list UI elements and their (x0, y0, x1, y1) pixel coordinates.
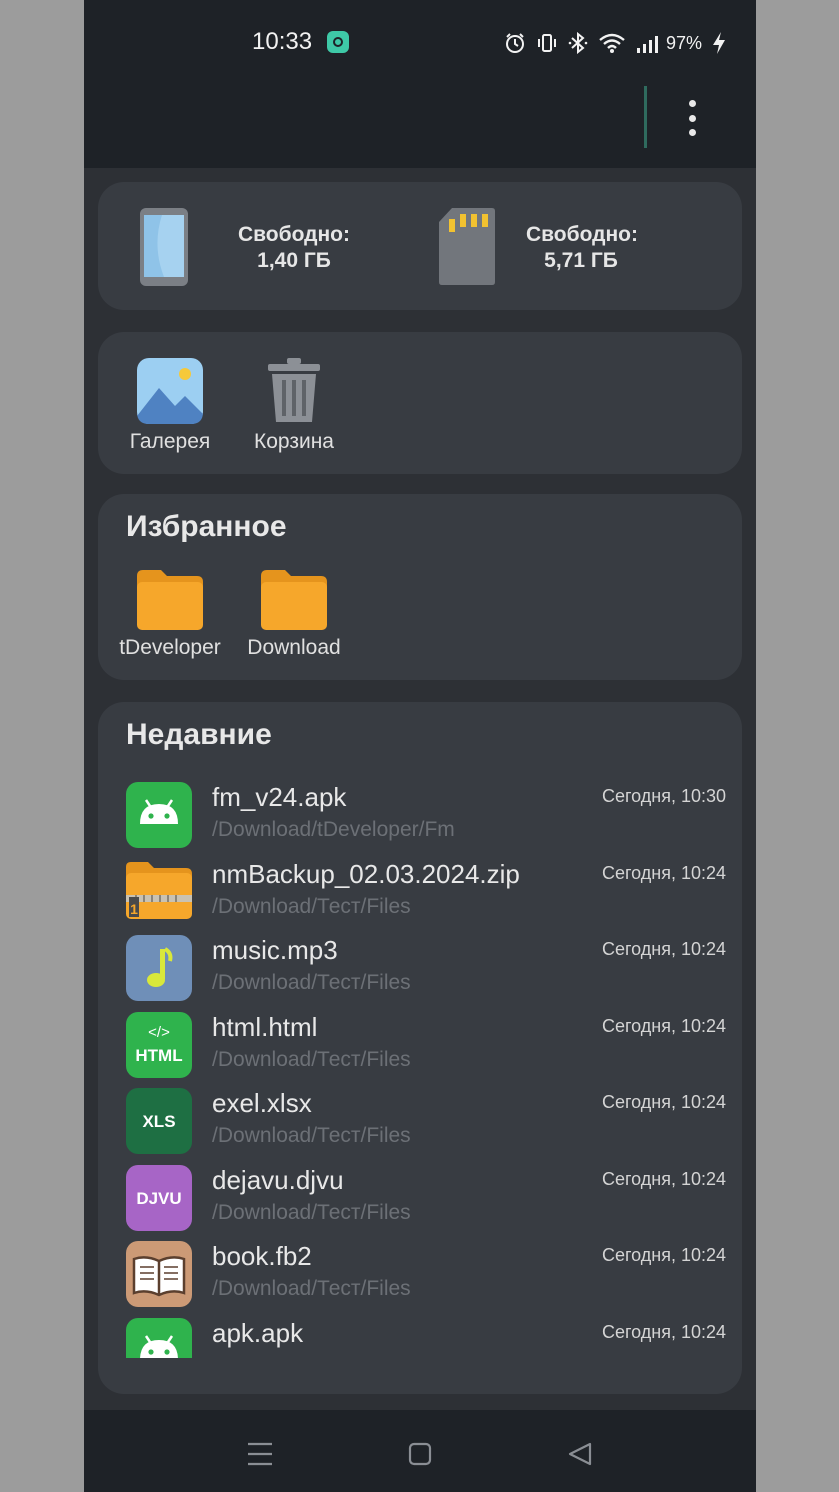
file-path: /Download/Тест/Files (212, 971, 411, 994)
html-badge: HTML (135, 1046, 183, 1065)
bluetooth-icon (568, 32, 588, 54)
trash-icon (268, 358, 320, 422)
charging-icon (713, 32, 726, 54)
status-bar: 10:33 97% (84, 0, 756, 86)
internal-storage-value: 1,40 ГБ (257, 249, 331, 272)
recent-files-list: fm_v24.apk /Download/tDeveloper/Fm Сегод… (98, 702, 742, 1358)
sd-card-storage[interactable]: Свободно: 5,71 ГБ (428, 206, 728, 286)
wifi-icon (599, 33, 625, 53)
gallery-icon (137, 358, 203, 424)
android-apk-icon (126, 782, 192, 848)
favorite-folder-tdeveloper[interactable]: tDeveloper (114, 570, 226, 670)
file-name: fm_v24.apk (212, 782, 347, 812)
file-path: /Download/Тест/Files (212, 1048, 411, 1071)
favorite-folder-download[interactable]: Download (238, 570, 350, 670)
toolbar-divider (644, 86, 647, 148)
file-path: /Download/Тест/Files (212, 895, 411, 918)
file-name: html.html (212, 1012, 318, 1042)
file-name: music.mp3 (212, 935, 338, 965)
top-bar: 10:33 97% (84, 0, 756, 168)
file-row[interactable]: 1 nmBackup_02.03.2024.zip /Download/Тест… (126, 855, 726, 927)
djvu-file-icon: DJVU (126, 1165, 192, 1231)
back-icon[interactable] (560, 1434, 600, 1474)
music-note-icon (126, 935, 192, 1001)
internal-storage[interactable]: Свободно: 1,40 ГБ (128, 206, 428, 286)
file-name: apk.apk (212, 1318, 304, 1348)
book-icon (126, 1241, 192, 1307)
android-apk-icon (126, 1318, 192, 1358)
home-icon[interactable] (400, 1434, 440, 1474)
html-badge-top: </> (148, 1024, 170, 1041)
shortcuts-card: Галерея Корзина (98, 332, 742, 474)
vibrate-icon (538, 34, 556, 52)
recent-apps-icon[interactable] (240, 1434, 280, 1474)
file-path: /Download/Тест/Files (212, 1277, 411, 1300)
xls-badge: XLS (142, 1112, 176, 1131)
file-row[interactable]: DJVU dejavu.djvu /Download/Тест/Files Се… (126, 1161, 726, 1233)
file-time: Сегодня, 10:24 (601, 1169, 726, 1189)
trash-label: Корзина (254, 430, 334, 453)
file-name: dejavu.djvu (212, 1165, 344, 1195)
file-path: /Download/Тест/Files (212, 1201, 411, 1224)
sd-card-icon (439, 208, 495, 285)
file-name: nmBackup_02.03.2024.zip (212, 859, 520, 889)
html-file-icon: </> HTML (126, 1012, 192, 1078)
trash-shortcut[interactable]: Корзина (238, 358, 350, 458)
internal-storage-label: Свободно: (238, 223, 350, 246)
notification-app-icon (327, 31, 349, 53)
file-name: exel.xlsx (212, 1088, 312, 1118)
alarm-icon (506, 33, 524, 53)
file-time: Сегодня, 10:24 (601, 1245, 726, 1265)
sd-card-storage-value: 5,71 ГБ (544, 249, 618, 272)
status-icons: 97% (504, 30, 726, 56)
xls-file-icon: XLS (126, 1088, 192, 1154)
zip-archive-icon: 1 (126, 859, 192, 925)
djvu-badge: DJVU (136, 1189, 182, 1208)
signal-icon (637, 36, 658, 53)
phone-icon (140, 208, 188, 286)
svg-text:1: 1 (130, 901, 138, 917)
file-time: Сегодня, 10:24 (601, 1092, 726, 1112)
favorites-title: Избранное (126, 510, 287, 543)
file-row[interactable]: music.mp3 /Download/Тест/Files Сегодня, … (126, 931, 726, 1003)
file-path: /Download/tDeveloper/Fm (212, 818, 455, 841)
sd-card-storage-label: Свободно: (526, 223, 638, 246)
gallery-shortcut[interactable]: Галерея (114, 358, 226, 458)
folder-icon (261, 570, 327, 630)
file-row[interactable]: XLS exel.xlsx /Download/Тест/Files Сегод… (126, 1084, 726, 1156)
storage-card: Свободно: 1,40 ГБ Свободно: 5,71 ГБ (98, 182, 742, 310)
file-row[interactable]: </> HTML html.html /Download/Тест/Files … (126, 1008, 726, 1080)
favorite-folder-label: tDeveloper (119, 636, 221, 659)
file-time: Сегодня, 10:24 (601, 1322, 726, 1342)
battery-percent: 97% (666, 32, 703, 53)
status-time: 10:33 (252, 28, 313, 55)
file-time: Сегодня, 10:24 (601, 1016, 726, 1036)
file-row[interactable]: book.fb2 /Download/Тест/Files Сегодня, 1… (126, 1237, 726, 1309)
recent-files-card: Недавние fm_v24.apk /Download/tDeveloper… (98, 702, 742, 1394)
folder-icon (137, 570, 203, 630)
phone-screen: 10:33 97% Свободно: 1,40 ГБ Свободно: 5,… (84, 0, 756, 1492)
file-time: Сегодня, 10:24 (601, 939, 726, 959)
favorites-card: Избранное tDeveloper Download (98, 494, 742, 680)
file-row[interactable]: fm_v24.apk /Download/tDeveloper/Fm Сегод… (126, 778, 726, 850)
file-row[interactable]: apk.apk Сегодня, 10:24 (126, 1314, 726, 1358)
file-time: Сегодня, 10:24 (601, 863, 726, 883)
file-name: book.fb2 (212, 1241, 312, 1271)
overflow-menu-icon[interactable] (682, 100, 702, 136)
file-time: Сегодня, 10:30 (601, 786, 726, 806)
system-nav-bar (84, 1410, 756, 1492)
favorite-folder-label: Download (247, 636, 341, 659)
file-path: /Download/Тест/Files (212, 1124, 411, 1147)
gallery-label: Галерея (129, 430, 211, 453)
